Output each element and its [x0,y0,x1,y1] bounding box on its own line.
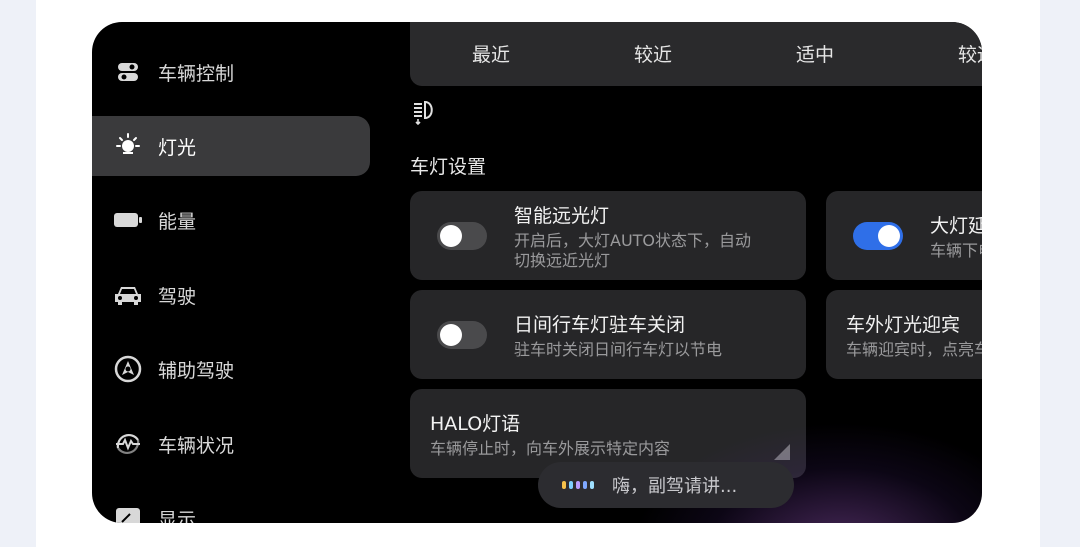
sidebar-item-lights[interactable]: 灯光 [92,116,370,176]
steering-wheel-icon [114,355,142,383]
distance-option-far[interactable]: 较远 [958,40,982,67]
sidebar-item-vehicle-control[interactable]: 车辆控制 [92,42,370,102]
card-headlight-delay: 大灯延时关闭 车辆下电后大灯延时关闭 [826,191,982,280]
card-drl-park-off: 日间行车灯驻车关闭 驻车时关闭日间行车灯以节电 [410,290,806,379]
sidebar-item-label: 显示 [158,508,197,524]
voice-wave-icon [562,481,594,489]
card-title: 智能远光灯 [514,205,610,227]
voice-assistant-pill[interactable]: 嗨，副驾请讲... [538,462,794,508]
light-bulb-icon [114,132,142,160]
drl-park-off-toggle[interactable] [437,321,487,349]
sidebar-item-label: 灯光 [158,136,197,159]
smart-high-beam-toggle[interactable] [437,222,487,250]
card-subtitle-line1: 开启后，大灯AUTO状态下，自动 [514,231,752,250]
display-icon [114,504,142,523]
card-title: 日间行车灯驻车关闭 [514,314,686,336]
sidebar-item-energy[interactable]: 能量 [92,190,370,250]
sidebar-item-display[interactable]: 显示 [92,488,370,523]
battery-icon [114,206,142,234]
sidebar-item-label: 车辆控制 [158,62,235,85]
headlight-beam-icon [412,98,438,130]
toggle-switches-icon [114,58,142,86]
car-settings-screen: 车辆控制 灯光 能量 驾驶 辅助驾驶 车辆状况 显示 最近 较近 适中 较 车灯… [92,22,982,523]
heart-rate-icon [114,430,142,458]
headlight-delay-toggle[interactable] [853,222,903,250]
car-icon [114,281,142,309]
card-subtitle-line2: 切换远近光灯 [514,251,611,270]
sidebar-item-vehicle-status[interactable]: 车辆状况 [92,414,370,474]
card-title: 车外灯光迎宾 [846,314,961,336]
distance-selector: 最近 较近 适中 较远 [410,22,982,86]
sidebar-item-label: 车辆状况 [158,434,235,457]
sidebar-item-label: 驾驶 [158,285,197,308]
card-title: 大灯延时关闭 [930,215,982,237]
distance-option-medium[interactable]: 适中 [796,40,834,67]
card-subtitle: 驻车时关闭日间行车灯以节电 [514,340,723,359]
distance-option-near[interactable]: 较近 [634,40,672,67]
sidebar-item-label: 辅助驾驶 [158,359,235,382]
sidebar-item-assisted-driving[interactable]: 辅助驾驶 [92,339,370,399]
card-subtitle: 车辆下电后大灯延时关闭 [930,241,982,260]
card-welcome-light[interactable]: 车外灯光迎宾 车辆迎宾时，点亮车外灯光 [826,290,982,379]
sidebar-item-driving[interactable]: 驾驶 [92,265,370,325]
card-title: HALO灯语 [430,413,521,435]
sidebar-item-label: 能量 [158,210,197,233]
voice-prompt-text: 嗨，副驾请讲... [612,476,738,497]
card-smart-high-beam: 智能远光灯 开启后，大灯AUTO状态下，自动 切换远近光灯 [410,191,806,280]
section-title-light-settings: 车灯设置 [410,156,487,178]
distance-option-nearest[interactable]: 最近 [472,40,510,67]
card-subtitle: 车辆迎宾时，点亮车外灯光 [846,340,982,359]
